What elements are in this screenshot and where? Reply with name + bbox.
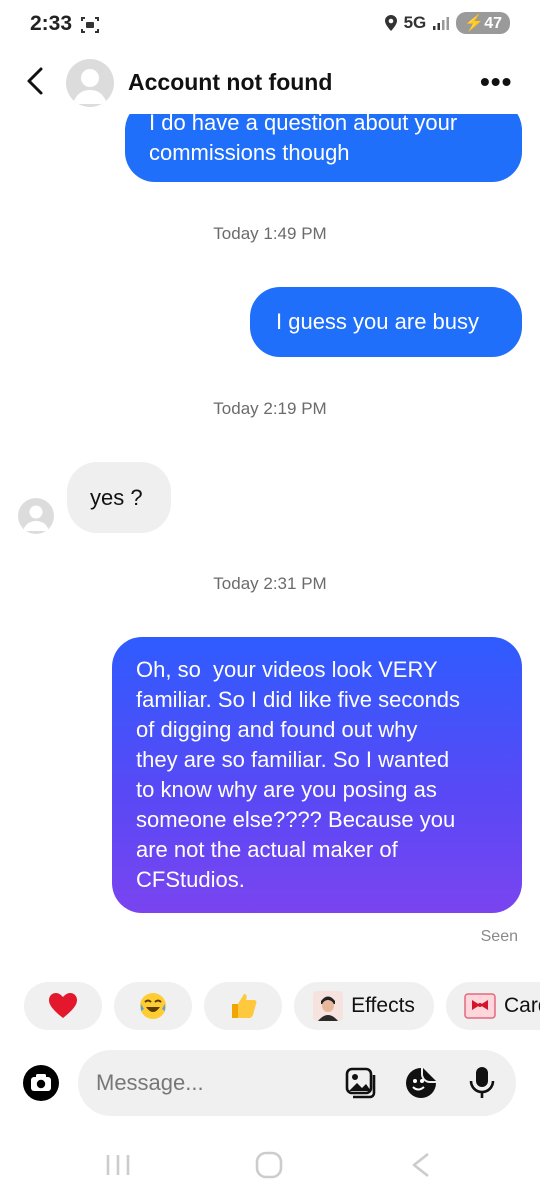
message-line: of digging and found out why <box>136 717 418 742</box>
cards-label: Cards <box>504 994 540 1017</box>
screenshot-icon <box>81 17 99 33</box>
laughing-emoji-icon <box>140 993 166 1019</box>
thumbs-up-icon <box>232 994 257 1018</box>
message-text: yes ? <box>90 485 143 510</box>
camera-icon[interactable] <box>22 1064 60 1102</box>
more-options-icon[interactable]: ••• <box>480 66 512 98</box>
timestamp: Today 2:31 PM <box>213 574 327 593</box>
system-navigation-bar <box>0 1140 540 1190</box>
effects-avatar-icon <box>313 991 344 1021</box>
contact-avatar[interactable] <box>66 59 114 107</box>
card-icon <box>464 993 496 1019</box>
heart-icon <box>49 993 77 1018</box>
laugh-reaction-button[interactable] <box>114 982 192 1030</box>
message-line: CFStudios. <box>136 867 245 892</box>
message-line: to know why are you posing as <box>136 777 437 802</box>
message-composer[interactable]: Message... <box>78 1050 516 1116</box>
effects-button[interactable]: Effects <box>294 982 434 1030</box>
status-bar: 2:33 5G ⚡47 <box>0 0 540 50</box>
location-icon <box>384 15 397 31</box>
contact-name[interactable]: Account not found <box>128 69 332 96</box>
back-nav-icon[interactable] <box>408 1151 434 1179</box>
message-line: familiar. So I did like five seconds <box>136 687 461 712</box>
heart-reaction-button[interactable] <box>24 982 102 1030</box>
message-line: someone else???? Because you <box>136 807 456 832</box>
outgoing-message[interactable]: Oh, so your videos look VERY familiar. S… <box>112 637 522 913</box>
message-line: they are so familiar. So I wanted <box>136 747 450 772</box>
default-avatar-icon <box>23 505 49 531</box>
cards-button[interactable]: Cards <box>446 982 540 1030</box>
signal-icon <box>433 17 450 30</box>
message-thread[interactable]: I do have a question about your commissi… <box>0 114 540 974</box>
message-input[interactable]: Message... <box>96 1070 204 1096</box>
microphone-icon[interactable] <box>468 1065 496 1101</box>
message-text: Oh, so your videos look VERY familiar. S… <box>136 655 460 895</box>
battery-indicator: ⚡47 <box>456 12 510 34</box>
status-indicators: 5G ⚡47 <box>384 12 510 34</box>
message-line: Oh, so your videos look VERY <box>136 657 438 682</box>
outgoing-message[interactable]: I guess you are busy <box>250 287 522 357</box>
incoming-message[interactable]: yes ? <box>67 462 171 533</box>
message-line: are not the actual maker of <box>136 837 398 862</box>
message-text: I do have a question about your commissi… <box>149 114 458 165</box>
home-icon[interactable] <box>255 1151 283 1179</box>
back-arrow-icon[interactable] <box>22 66 52 96</box>
default-avatar-icon <box>73 69 107 104</box>
recent-apps-icon[interactable] <box>104 1152 132 1178</box>
timestamp: Today 2:19 PM <box>213 399 327 418</box>
sticker-icon[interactable] <box>404 1066 438 1100</box>
outgoing-message[interactable]: I do have a question about your commissi… <box>125 114 522 182</box>
battery-level: 47 <box>484 15 502 32</box>
seen-status: Seen <box>480 928 518 945</box>
quick-reactions-bar: Effects Cards <box>0 982 540 1034</box>
status-time: 2:33 <box>30 12 73 35</box>
message-text: I guess you are busy <box>276 309 480 334</box>
timestamp: Today 1:49 PM <box>213 224 327 243</box>
chat-header: Account not found ••• <box>0 52 540 114</box>
gallery-icon[interactable] <box>344 1066 378 1100</box>
sender-avatar[interactable] <box>18 498 54 534</box>
network-label: 5G <box>403 13 427 32</box>
effects-label: Effects <box>351 994 415 1017</box>
thumbs-up-reaction-button[interactable] <box>204 982 282 1030</box>
